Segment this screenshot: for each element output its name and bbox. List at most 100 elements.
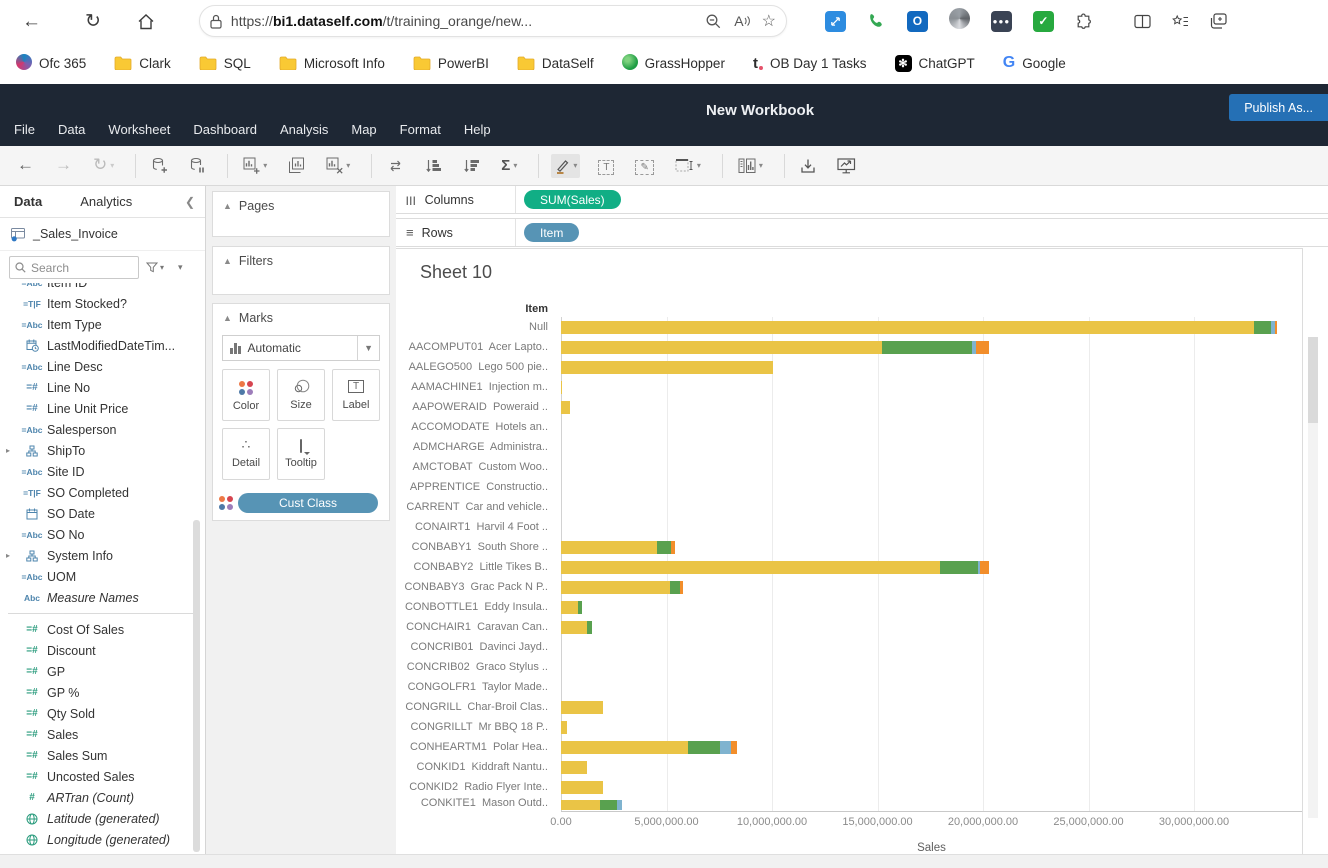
- bookmark-item[interactable]: SQL: [199, 56, 251, 71]
- pane-options-icon[interactable]: ▾: [178, 262, 183, 273]
- field-row[interactable]: ▸ShipTo: [0, 440, 205, 461]
- bar-segment[interactable]: [561, 321, 1254, 334]
- chart-row[interactable]: CONBABY3 Grac Pack N P..: [396, 577, 1301, 597]
- bar-segment[interactable]: [561, 701, 603, 714]
- expand-icon[interactable]: ▸: [6, 551, 17, 560]
- bar-segment[interactable]: [731, 741, 737, 754]
- pages-card[interactable]: ▲Pages: [212, 191, 390, 237]
- color-button[interactable]: Color: [222, 369, 270, 421]
- bar-segment[interactable]: [720, 741, 731, 754]
- tab-data[interactable]: Data: [14, 194, 42, 209]
- filters-card[interactable]: ▲Filters: [212, 246, 390, 295]
- outlook-extension-icon[interactable]: O: [907, 11, 928, 32]
- revert-button[interactable]: ↻▾: [90, 152, 117, 179]
- tab-analytics[interactable]: Analytics: [80, 194, 132, 209]
- home-icon[interactable]: [137, 13, 155, 30]
- menu-data[interactable]: Data: [58, 122, 85, 137]
- item-pill[interactable]: Item: [524, 223, 579, 242]
- bookmark-item[interactable]: Ofc 365: [16, 54, 86, 73]
- bar-segment[interactable]: [680, 581, 683, 594]
- chart-scrollbar[interactable]: [1308, 337, 1318, 818]
- field-row[interactable]: =AbcUOM: [0, 566, 205, 587]
- chart-row[interactable]: Null: [396, 317, 1301, 337]
- bar-segment[interactable]: [561, 361, 773, 374]
- bar-segment[interactable]: [561, 541, 657, 554]
- field-row[interactable]: =#Line Unit Price: [0, 398, 205, 419]
- phone-extension-icon[interactable]: [867, 12, 886, 31]
- mark-type-dropdown[interactable]: Automatic ▼: [222, 335, 380, 361]
- bar-segment[interactable]: [561, 561, 940, 574]
- field-row[interactable]: #ARTran (Count): [0, 787, 205, 808]
- swap-axes-button[interactable]: [384, 154, 407, 178]
- chart-row[interactable]: CONKITE1 Mason Outd..: [396, 797, 1301, 810]
- field-row[interactable]: =T|FSO Completed: [0, 482, 205, 503]
- field-row[interactable]: =AbcItem Type: [0, 314, 205, 335]
- chart-row[interactable]: CONGRILL Char-Broil Clas..: [396, 697, 1301, 717]
- bar-segment[interactable]: [561, 621, 587, 634]
- chart-row[interactable]: AACOMPUT01 Acer Lapto..: [396, 337, 1301, 357]
- address-bar[interactable]: https://bi1.dataself.com/t/training_oran…: [199, 5, 787, 37]
- size-button[interactable]: Size: [277, 369, 325, 421]
- field-row[interactable]: Longitude (generated): [0, 829, 205, 850]
- refresh-icon[interactable]: ↻: [85, 12, 101, 31]
- bookmark-item[interactable]: GrassHopper: [622, 54, 725, 73]
- menu-dashboard[interactable]: Dashboard: [193, 122, 257, 137]
- bar-segment[interactable]: [1254, 321, 1271, 334]
- fix-axes-button[interactable]: ✎: [632, 153, 656, 179]
- undo-button[interactable]: ←: [14, 152, 37, 179]
- menu-map[interactable]: Map: [351, 122, 376, 137]
- cust-class-pill[interactable]: Cust Class: [238, 493, 378, 513]
- datasource-row[interactable]: _Sales_Invoice: [0, 218, 205, 251]
- field-row[interactable]: =#Uncosted Sales: [0, 766, 205, 787]
- bar-segment[interactable]: [561, 381, 562, 394]
- chart-row[interactable]: CONBABY1 South Shore ..: [396, 537, 1301, 557]
- url-text[interactable]: https://bi1.dataself.com/t/training_oran…: [231, 13, 693, 29]
- field-row[interactable]: =#Cost Of Sales: [0, 619, 205, 640]
- duplicate-sheet-button[interactable]: [285, 153, 308, 178]
- field-row[interactable]: =#GP %: [0, 682, 205, 703]
- pause-auto-updates-button[interactable]: [186, 153, 209, 178]
- field-row[interactable]: =#Line No: [0, 377, 205, 398]
- bar-segment[interactable]: [578, 601, 582, 614]
- show-mark-labels-button[interactable]: T: [595, 153, 617, 179]
- bar-segment[interactable]: [882, 341, 973, 354]
- bookmark-item[interactable]: GGoogle: [1003, 54, 1066, 72]
- chevron-down-icon[interactable]: ▼: [357, 336, 379, 360]
- chart-row[interactable]: CONKID2 Radio Flyer Inte..: [396, 777, 1301, 797]
- field-row[interactable]: =#Qty Sold: [0, 703, 205, 724]
- share-extension-icon[interactable]: [825, 11, 846, 32]
- presentation-mode-button[interactable]: [834, 154, 859, 178]
- chart-row[interactable]: CONGOLFR1 Taylor Made..: [396, 677, 1301, 697]
- split-screen-icon[interactable]: [1134, 14, 1151, 29]
- search-input[interactable]: Search: [9, 256, 139, 279]
- bar-segment[interactable]: [980, 561, 988, 574]
- bookmark-item[interactable]: PowerBI: [413, 56, 489, 71]
- chart-row[interactable]: AAPOWERAID Poweraid ..: [396, 397, 1301, 417]
- bar-segment[interactable]: [617, 800, 622, 810]
- bar-segment[interactable]: [561, 761, 587, 774]
- totals-button[interactable]: Σ▾: [498, 153, 520, 179]
- field-row[interactable]: =AbcLine Desc: [0, 356, 205, 377]
- field-row[interactable]: =#Sales: [0, 724, 205, 745]
- bar-segment[interactable]: [561, 401, 570, 414]
- bar-segment[interactable]: [561, 741, 688, 754]
- chart-row[interactable]: CONHEARTM1 Polar Hea..: [396, 737, 1301, 757]
- field-row[interactable]: LastModifiedDateTim...: [0, 335, 205, 356]
- field-row[interactable]: =#Discount: [0, 640, 205, 661]
- chart-row[interactable]: CONKID1 Kiddraft Nantu..: [396, 757, 1301, 777]
- collapse-pages-icon[interactable]: ▲: [223, 201, 232, 211]
- bar-segment[interactable]: [670, 581, 681, 594]
- bar-segment[interactable]: [561, 721, 567, 734]
- bar-segment[interactable]: [561, 601, 578, 614]
- new-worksheet-button[interactable]: ▾: [240, 153, 270, 178]
- field-row[interactable]: ▸System Info: [0, 545, 205, 566]
- zoom-out-icon[interactable]: [705, 13, 722, 30]
- bar-segment[interactable]: [587, 621, 591, 634]
- highlight-button[interactable]: ▾: [551, 154, 580, 178]
- sum-sales-pill[interactable]: SUM(Sales): [524, 190, 621, 209]
- data-pane-scrollbar[interactable]: [193, 520, 200, 852]
- bookmark-item[interactable]: ✻ChatGPT: [895, 55, 975, 72]
- field-row[interactable]: Latitude (generated): [0, 808, 205, 829]
- redo-button[interactable]: →: [52, 152, 75, 179]
- lock-icon[interactable]: [210, 14, 222, 29]
